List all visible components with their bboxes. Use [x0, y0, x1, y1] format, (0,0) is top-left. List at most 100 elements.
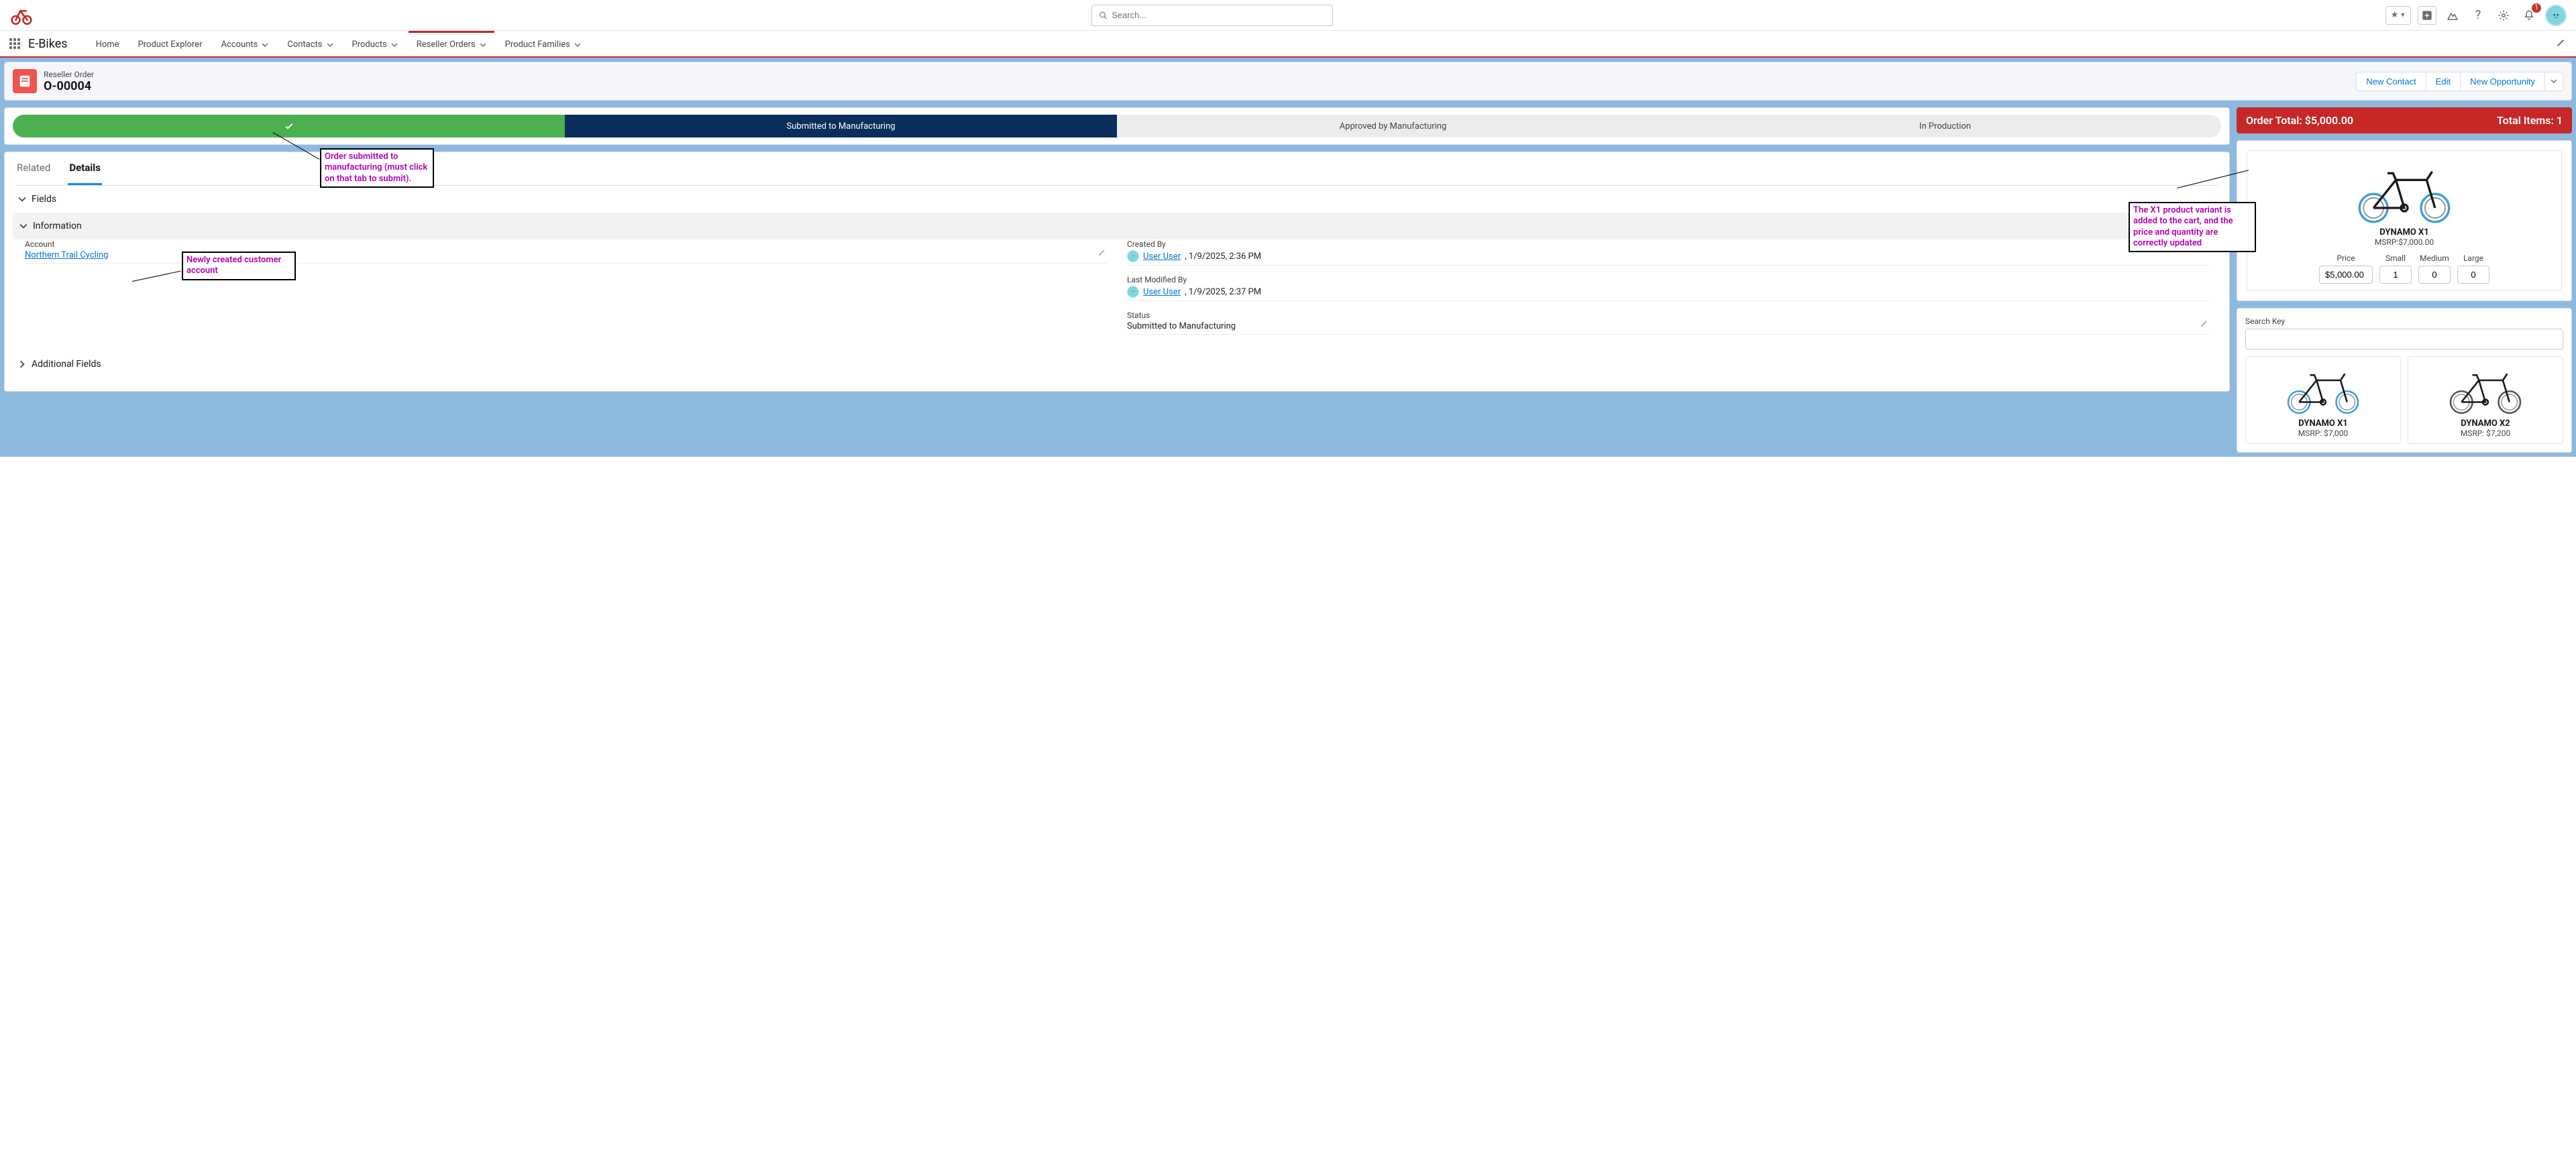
price-input[interactable]	[2319, 266, 2373, 284]
user-avatar-icon	[1127, 250, 1139, 262]
new-contact-button[interactable]: New Contact	[2356, 72, 2426, 91]
user-avatar[interactable]	[2545, 5, 2567, 26]
nav-tab-label: Accounts	[221, 40, 258, 50]
trailhead-button[interactable]	[2443, 6, 2462, 25]
global-search[interactable]	[1091, 5, 1333, 26]
section-additional-fields[interactable]: Additional Fields	[15, 351, 2218, 378]
product-name: DYNAMO X2	[2461, 419, 2510, 429]
app-logo	[9, 3, 34, 27]
pencil-icon	[2200, 319, 2209, 328]
status-value: Submitted to Manufacturing	[1127, 321, 1236, 331]
page-background: Reseller Order O-00004 New Contact Edit …	[0, 58, 2576, 457]
question-icon: ?	[2475, 8, 2481, 22]
edit-button[interactable]: Edit	[2426, 72, 2461, 91]
nav-tab-contacts[interactable]: Contacts	[279, 31, 341, 56]
cart-item-msrp: MSRP:$7,000.00	[2375, 237, 2434, 247]
nav-tab-home[interactable]: Home	[88, 31, 127, 56]
header-actions: New Contact Edit New Opportunity	[2356, 72, 2563, 91]
bike-image	[2347, 158, 2461, 225]
astro-icon	[2549, 9, 2563, 22]
medium-qty-input[interactable]	[2418, 266, 2451, 284]
edit-nav-button[interactable]	[2556, 37, 2567, 50]
annotation-cart: The X1 product variant is added to the c…	[2129, 202, 2256, 252]
search-icon	[1099, 11, 1108, 20]
section-information[interactable]: Information	[13, 213, 2221, 239]
gear-icon	[2498, 9, 2510, 21]
created-by-timestamp: , 1/9/2025, 2:36 PM	[1185, 252, 1261, 262]
product-grid: DYNAMO X1MSRP: $7,000DYNAMO X2MSRP: $7,2…	[2245, 356, 2563, 444]
global-search-input[interactable]	[1112, 10, 1326, 20]
new-opportunity-button[interactable]: New Opportunity	[2461, 72, 2545, 91]
search-key-input[interactable]	[2245, 329, 2563, 349]
nav-tab-product-families[interactable]: Product Families	[497, 31, 589, 56]
section-fields-label: Fields	[32, 194, 56, 205]
field-created-by: Created By User User , 1/9/2025, 2:36 PM	[1127, 239, 2209, 266]
chevron-down-icon	[480, 42, 486, 48]
path: Submitted to ManufacturingApproved by Ma…	[13, 115, 2221, 137]
nav-tab-label: Products	[352, 40, 387, 50]
section-information-label: Information	[33, 221, 82, 231]
chevron-down-icon	[262, 42, 268, 48]
app-name: E-Bikes	[28, 37, 68, 51]
notification-badge: 1	[2532, 3, 2541, 13]
nav-tab-reseller-orders[interactable]: Reseller Orders	[409, 31, 494, 56]
pencil-icon	[2556, 37, 2567, 48]
pencil-icon	[1097, 247, 1107, 257]
product-tile[interactable]: DYNAMO X2MSRP: $7,200	[2408, 356, 2563, 444]
account-link[interactable]: Northern Trail Cycling	[25, 250, 108, 260]
product-search-card: Search Key DYNAMO X1MSRP: $7,000DYNAMO X…	[2237, 308, 2572, 453]
nav-tab-accounts[interactable]: Accounts	[213, 31, 277, 56]
nav-tab-label: Home	[96, 40, 119, 50]
favorites-button[interactable]: ★▼	[2385, 6, 2411, 25]
field-created-by-label: Created By	[1127, 239, 2209, 249]
order-totals-bar: Order Total: $5,000.00 Total Items: 1	[2237, 107, 2572, 133]
small-label: Small	[2385, 254, 2406, 263]
path-step[interactable]: In Production	[1669, 115, 2221, 137]
bike-image	[2442, 362, 2529, 416]
help-button[interactable]: ?	[2469, 6, 2487, 25]
more-actions-button[interactable]	[2545, 72, 2563, 91]
nav-tab-products[interactable]: Products	[344, 31, 406, 56]
tab-details[interactable]: Details	[68, 152, 102, 185]
cart-item-name: DYNAMO X1	[2379, 227, 2429, 237]
chevron-down-icon	[391, 42, 398, 48]
path-step[interactable]	[13, 115, 565, 137]
product-name: DYNAMO X1	[2298, 419, 2348, 429]
path-card: Submitted to ManufacturingApproved by Ma…	[4, 107, 2230, 145]
add-button[interactable]	[2418, 6, 2436, 25]
setup-button[interactable]	[2494, 6, 2513, 25]
product-tile[interactable]: DYNAMO X1MSRP: $7,000	[2245, 356, 2401, 444]
nav-bar: E-Bikes Home Product Explorer Accounts Cont…	[0, 31, 2576, 58]
path-step[interactable]: Approved by Manufacturing	[1117, 115, 1669, 137]
plus-icon	[2422, 10, 2432, 21]
chevron-down-icon	[327, 42, 333, 48]
section-fields[interactable]: Fields	[15, 186, 2218, 213]
field-modified-by: Last Modified By User User , 1/9/2025, 2…	[1127, 275, 2209, 301]
large-qty-input[interactable]	[2457, 266, 2489, 284]
edit-account-button[interactable]	[1097, 247, 1107, 260]
created-by-user-link[interactable]: User User	[1143, 252, 1181, 262]
order-total-label: Order Total: $5,000.00	[2246, 114, 2353, 127]
annotation-submitted: Order submitted to manufacturing (must c…	[320, 148, 434, 188]
orders-icon	[17, 74, 32, 89]
path-step[interactable]: Submitted to Manufacturing	[565, 115, 1117, 137]
edit-status-button[interactable]	[2200, 319, 2209, 331]
nav-tab-product-explorer[interactable]: Product Explorer	[130, 31, 211, 56]
small-qty-input[interactable]	[2379, 266, 2412, 284]
modified-by-timestamp: , 1/9/2025, 2:37 PM	[1185, 287, 1261, 297]
annotation-account: Newly created customer account	[182, 252, 296, 280]
modified-by-user-link[interactable]: User User	[1143, 287, 1181, 297]
tab-related[interactable]: Related	[15, 152, 52, 185]
chevron-down-icon	[574, 42, 581, 48]
field-status-label: Status	[1127, 311, 2209, 320]
price-label: Price	[2337, 254, 2355, 263]
chevron-down-icon	[18, 195, 26, 203]
nav-tabs: Home Product Explorer Accounts Contacts Prod…	[88, 31, 2556, 56]
notifications-button[interactable]: 1	[2520, 6, 2538, 25]
app-launcher-icon[interactable]	[9, 38, 20, 49]
header-utilities: ★▼ ? 1	[2385, 5, 2567, 26]
trailhead-icon	[2447, 9, 2459, 21]
product-msrp: MSRP: $7,200	[2461, 429, 2511, 438]
chevron-down-icon	[19, 222, 28, 230]
check-icon	[284, 121, 294, 131]
